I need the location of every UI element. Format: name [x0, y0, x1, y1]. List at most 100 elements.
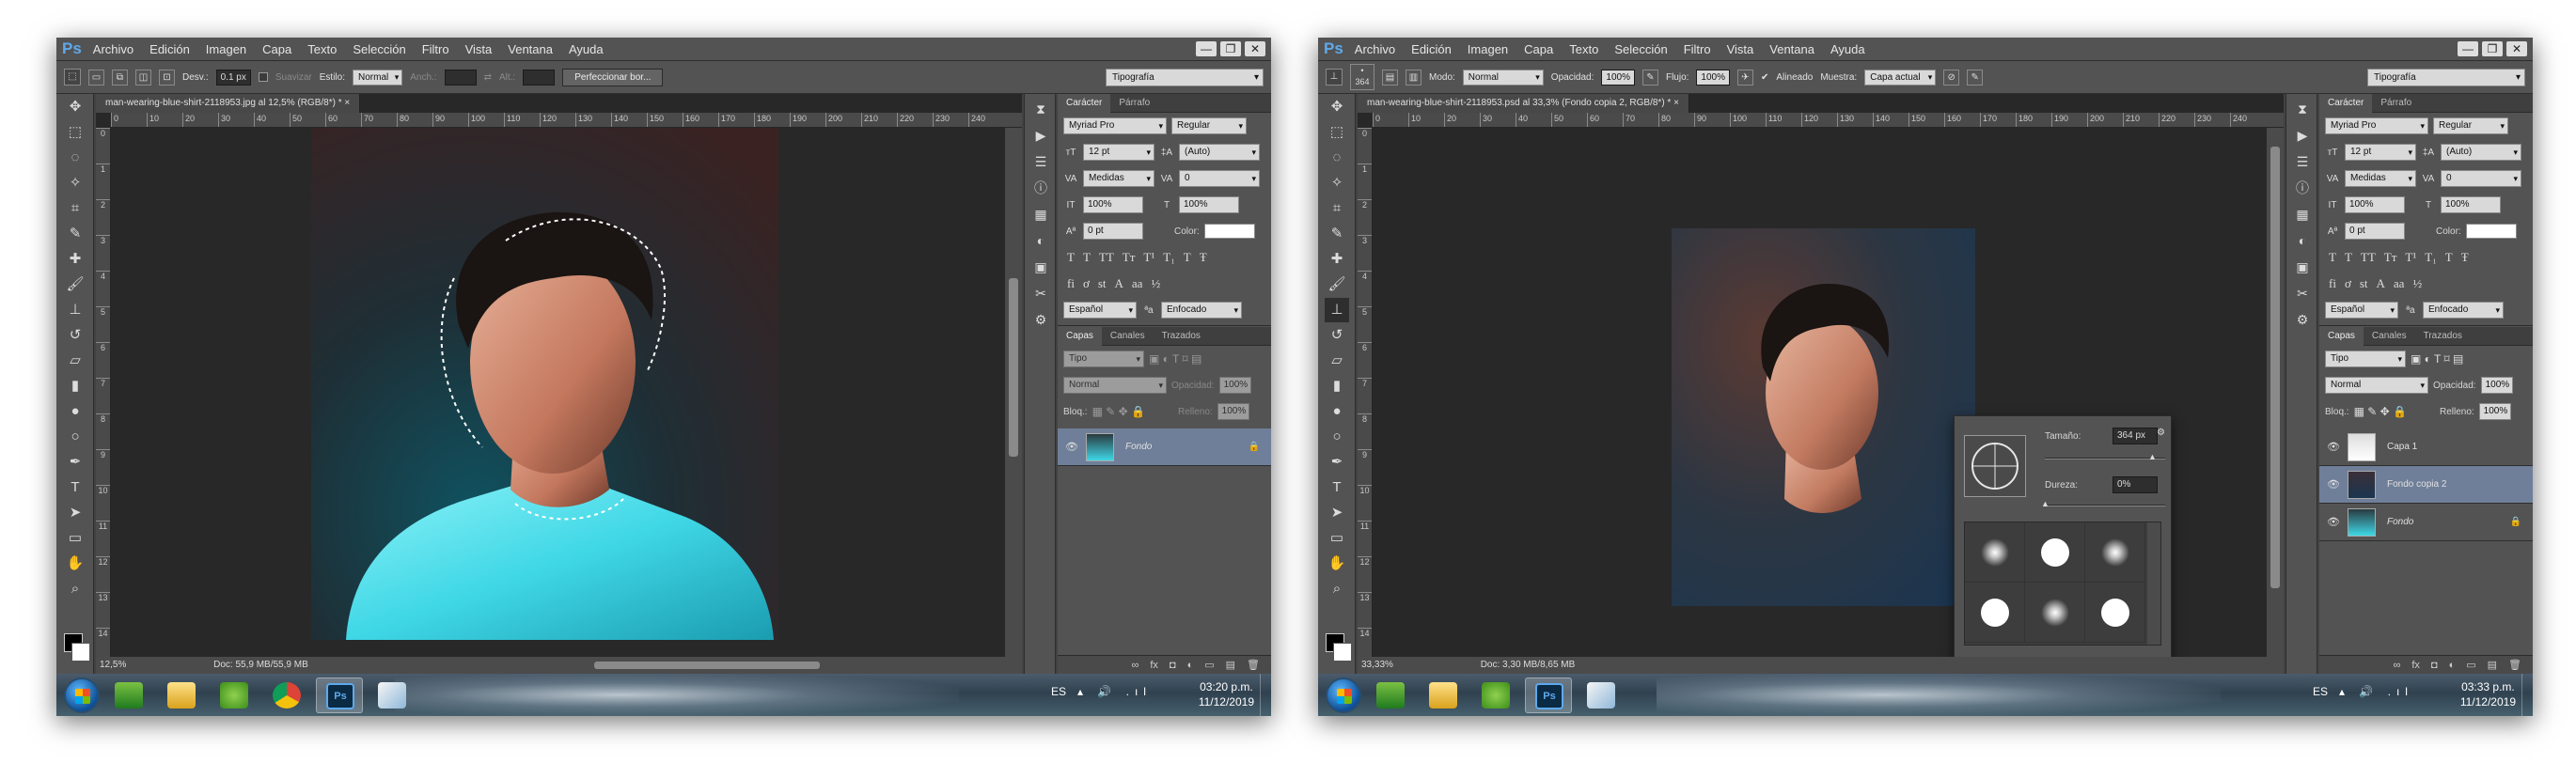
- crop-tool-icon[interactable]: ⌗: [63, 196, 87, 221]
- eye-icon[interactable]: 👁: [2319, 516, 2348, 528]
- type-tool-icon[interactable]: T: [63, 475, 87, 500]
- eye-icon[interactable]: 👁: [2319, 441, 2348, 453]
- all-caps-button[interactable]: TT: [1099, 250, 1114, 265]
- tab-paths[interactable]: Trazados: [1154, 327, 1209, 346]
- style-dropdown[interactable]: Normal: [353, 69, 403, 86]
- scroll-thumb[interactable]: [1009, 278, 1018, 457]
- marquee-tool-icon[interactable]: ⬚: [63, 120, 87, 145]
- shape-tool-icon[interactable]: ▭: [63, 526, 87, 551]
- refine-edge-button[interactable]: Perfeccionar bor...: [562, 68, 664, 86]
- menu-ventana[interactable]: Ventana: [1769, 42, 1814, 56]
- titling-icon[interactable]: A: [1115, 276, 1123, 291]
- menu-filtro[interactable]: Filtro: [422, 42, 449, 56]
- brush-angle-preview[interactable]: [1964, 435, 2026, 497]
- actions-icon[interactable]: ▶: [1031, 126, 1050, 145]
- hardness-input[interactable]: 0%: [2113, 476, 2158, 493]
- layer-filter-dropdown[interactable]: Tipo: [2325, 350, 2406, 367]
- trash-icon[interactable]: 🗑: [2508, 659, 2521, 671]
- scroll-thumb[interactable]: [2270, 147, 2280, 588]
- info-icon[interactable]: ⓘ: [1031, 179, 1050, 197]
- menu-seleccion[interactable]: Selección: [353, 42, 405, 56]
- stamp-tool-icon[interactable]: ⊥: [63, 298, 87, 322]
- menu-archivo[interactable]: Archivo: [93, 42, 134, 56]
- menu-texto[interactable]: Texto: [307, 42, 337, 56]
- swatches-icon[interactable]: ▦: [2293, 205, 2312, 224]
- marquee-tool-icon[interactable]: ⬚: [1325, 120, 1349, 145]
- history-brush-icon[interactable]: ↺: [1325, 323, 1349, 348]
- strikethrough-button[interactable]: Ŧ: [2461, 250, 2469, 265]
- pen-tool-icon[interactable]: ✒: [63, 450, 87, 475]
- path-select-icon[interactable]: ➤: [1325, 501, 1349, 525]
- subtract-selection-icon[interactable]: ◫: [135, 69, 151, 86]
- tab-character[interactable]: Carácter: [2319, 93, 2373, 113]
- blend-mode-dropdown[interactable]: Normal: [1063, 377, 1167, 394]
- swatches-icon[interactable]: ▦: [1031, 205, 1050, 224]
- adjust-icon[interactable]: ☰: [1031, 152, 1050, 171]
- new-layer-icon[interactable]: ▤: [1226, 659, 1235, 671]
- language-dropdown[interactable]: Español: [1063, 302, 1137, 319]
- taskbar-app-1[interactable]: [105, 677, 152, 713]
- eraser-tool-icon[interactable]: ▱: [1325, 349, 1349, 373]
- fill-input[interactable]: 100%: [1217, 403, 1249, 420]
- shape-tool-icon[interactable]: ▭: [1325, 526, 1349, 551]
- marquee-tool-icon[interactable]: ⬚: [64, 69, 81, 86]
- restore-button[interactable]: ❐: [1220, 41, 1241, 56]
- close-button[interactable]: ✕: [2506, 41, 2527, 56]
- tab-channels[interactable]: Canales: [1102, 327, 1154, 346]
- menu-ayuda[interactable]: Ayuda: [1830, 42, 1865, 56]
- color-icon[interactable]: ◐: [1031, 231, 1050, 250]
- start-button[interactable]: [1326, 677, 1361, 713]
- taskbar-paint[interactable]: [369, 677, 416, 713]
- magic-wand-icon[interactable]: ✧: [63, 171, 87, 195]
- new-selection-icon[interactable]: ▭: [88, 69, 104, 86]
- brush-preset[interactable]: [1965, 522, 2025, 583]
- workspace-dropdown[interactable]: Tipografía: [1106, 69, 1264, 86]
- layer-filter-icons[interactable]: ▣ ◐ T ⌑ ▤: [2411, 352, 2463, 366]
- slider-thumb-icon[interactable]: ▲: [2148, 452, 2157, 461]
- history-icon[interactable]: ⧗: [1031, 100, 1050, 118]
- hand-tool-icon[interactable]: ✋: [63, 552, 87, 576]
- healing-brush-icon[interactable]: ✚: [1325, 247, 1349, 272]
- group-icon[interactable]: ▭: [1204, 659, 1214, 671]
- font-family-dropdown[interactable]: Myriad Pro: [1063, 117, 1167, 134]
- antialias-dropdown[interactable]: Enfocado: [1161, 302, 1242, 319]
- taskbar-chrome[interactable]: [263, 677, 310, 713]
- clone-stamp-tool-icon[interactable]: ⊥: [1326, 69, 1343, 86]
- faux-bold-button[interactable]: T: [1067, 250, 1075, 265]
- tab-layers[interactable]: Capas: [1058, 326, 1102, 346]
- clock[interactable]: 03:33 p.m. 11/12/2019: [2460, 679, 2516, 709]
- fx-icon[interactable]: fx: [1150, 660, 1158, 671]
- fill-input[interactable]: 100%: [2478, 403, 2511, 420]
- faux-bold-button[interactable]: T: [2329, 250, 2336, 265]
- new-layer-icon[interactable]: ▤: [2488, 659, 2497, 671]
- horizontal-scale-input[interactable]: 100%: [2441, 196, 2501, 213]
- ordinal-icon[interactable]: aa: [1132, 276, 1143, 291]
- strikethrough-button[interactable]: Ŧ: [1200, 250, 1207, 265]
- healing-brush-icon[interactable]: ✚: [63, 247, 87, 272]
- link-icon[interactable]: ∞: [2394, 660, 2401, 671]
- properties-icon[interactable]: ⚙: [1031, 310, 1050, 329]
- ignore-adjust-icon[interactable]: ⊘: [1943, 69, 1960, 86]
- menu-filtro[interactable]: Filtro: [1684, 42, 1711, 56]
- add-selection-icon[interactable]: ⧉: [112, 69, 128, 86]
- mode-dropdown[interactable]: Normal: [1462, 69, 1544, 86]
- swash-icon[interactable]: ơ: [2345, 276, 2351, 291]
- superscript-button[interactable]: T¹: [1143, 250, 1154, 265]
- small-caps-button[interactable]: Tт: [2384, 250, 2397, 265]
- layer-row[interactable]: 👁 Fondo copia 2: [2319, 466, 2533, 504]
- close-tab-icon[interactable]: ×: [1673, 98, 1679, 108]
- clock[interactable]: 03:20 p.m. 11/12/2019: [1199, 679, 1254, 709]
- vertical-scale-input[interactable]: 100%: [1083, 196, 1143, 213]
- tracking-dropdown[interactable]: 0: [2441, 170, 2521, 187]
- mask-icon[interactable]: ◘: [1170, 660, 1176, 671]
- show-desktop-button[interactable]: [2521, 674, 2533, 716]
- menu-archivo[interactable]: Archivo: [1355, 42, 1395, 56]
- menu-imagen[interactable]: Imagen: [206, 42, 246, 56]
- vertical-scrollbar[interactable]: [2267, 128, 2284, 657]
- font-size-dropdown[interactable]: 12 pt: [1083, 144, 1154, 161]
- tray-icons[interactable]: ▴ 🔊 .ıl: [1077, 685, 1152, 698]
- restore-button[interactable]: ❐: [2482, 41, 2503, 56]
- all-caps-button[interactable]: TT: [2361, 250, 2376, 265]
- canvas-area[interactable]: [111, 128, 1005, 657]
- size-input[interactable]: 364 px: [2113, 428, 2158, 444]
